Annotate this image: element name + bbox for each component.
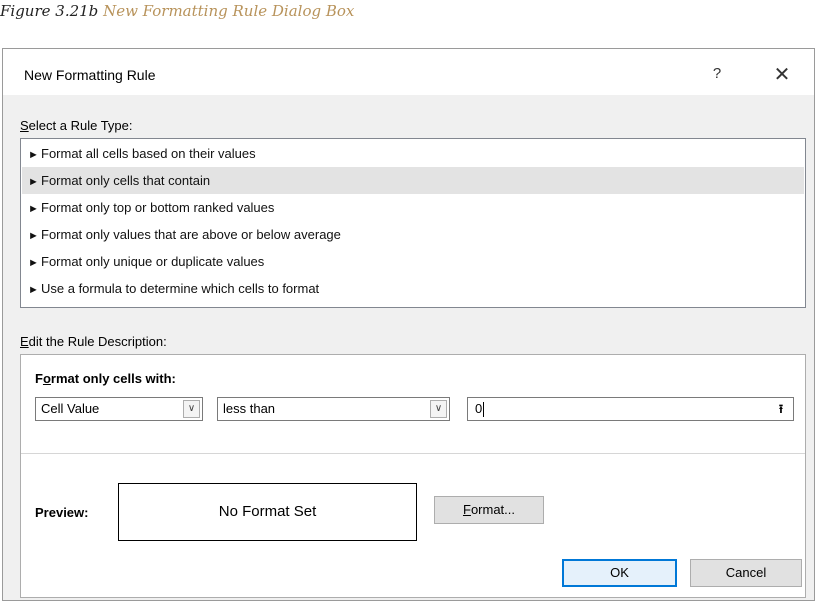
preview-label: Preview: xyxy=(35,505,89,520)
operator-value: less than xyxy=(223,401,276,416)
rule-type-list[interactable]: ► Format all cells based on their values … xyxy=(20,138,806,308)
arrow-icon: ► xyxy=(28,203,39,215)
condition-type-select[interactable]: Cell Value ∨ xyxy=(35,397,203,421)
dialog-title: New Formatting Rule xyxy=(24,67,156,83)
value-input-text: 0 xyxy=(475,401,485,418)
rule-type-label: Select a Rule Type: xyxy=(20,118,133,133)
close-icon[interactable]: ✕ xyxy=(769,62,795,88)
divider xyxy=(21,453,805,454)
rule-type-item-selected[interactable]: ► Format only cells that contain xyxy=(22,167,804,194)
rule-description-panel: Format only cells with: Cell Value ∨ les… xyxy=(20,354,806,598)
format-button[interactable]: Format... xyxy=(434,496,544,524)
title-bar: New Formatting Rule ? ✕ xyxy=(3,49,814,95)
collapse-dialog-icon[interactable]: ⭱ xyxy=(772,400,790,418)
chevron-down-icon[interactable]: ∨ xyxy=(183,400,200,418)
rule-type-item[interactable]: ► Format only unique or duplicate values xyxy=(22,248,804,275)
chevron-down-icon[interactable]: ∨ xyxy=(430,400,447,418)
operator-select[interactable]: less than ∨ xyxy=(217,397,450,421)
ok-button[interactable]: OK xyxy=(562,559,677,587)
rule-type-item[interactable]: ► Format all cells based on their values xyxy=(22,140,804,167)
arrow-icon: ► xyxy=(28,284,39,296)
arrow-icon: ► xyxy=(28,149,39,161)
arrow-icon: ► xyxy=(28,257,39,269)
preview-box: No Format Set xyxy=(118,483,417,541)
text-caret xyxy=(483,402,485,418)
new-formatting-rule-dialog: New Formatting Rule ? ✕ Select a Rule Ty… xyxy=(2,48,815,601)
rule-description-label: Edit the Rule Description: xyxy=(20,334,167,349)
rule-type-item[interactable]: ► Format only values that are above or be… xyxy=(22,221,804,248)
caption-prefix: Figure 3.21b xyxy=(0,2,104,20)
cancel-button[interactable]: Cancel xyxy=(690,559,802,587)
condition-type-value: Cell Value xyxy=(41,401,100,416)
value-input[interactable]: 0 ⭱ xyxy=(467,397,794,421)
figure-caption: Figure 3.21b New Formatting Rule Dialog … xyxy=(0,2,817,28)
caption-title: New Formatting Rule Dialog Box xyxy=(103,2,355,20)
format-only-cells-label: Format only cells with: xyxy=(35,371,176,386)
arrow-icon: ► xyxy=(28,230,39,242)
help-button[interactable]: ? xyxy=(705,62,729,86)
rule-type-item[interactable]: ► Use a formula to determine which cells … xyxy=(22,275,804,302)
rule-type-item[interactable]: ► Format only top or bottom ranked values xyxy=(22,194,804,221)
arrow-icon: ► xyxy=(28,176,39,188)
